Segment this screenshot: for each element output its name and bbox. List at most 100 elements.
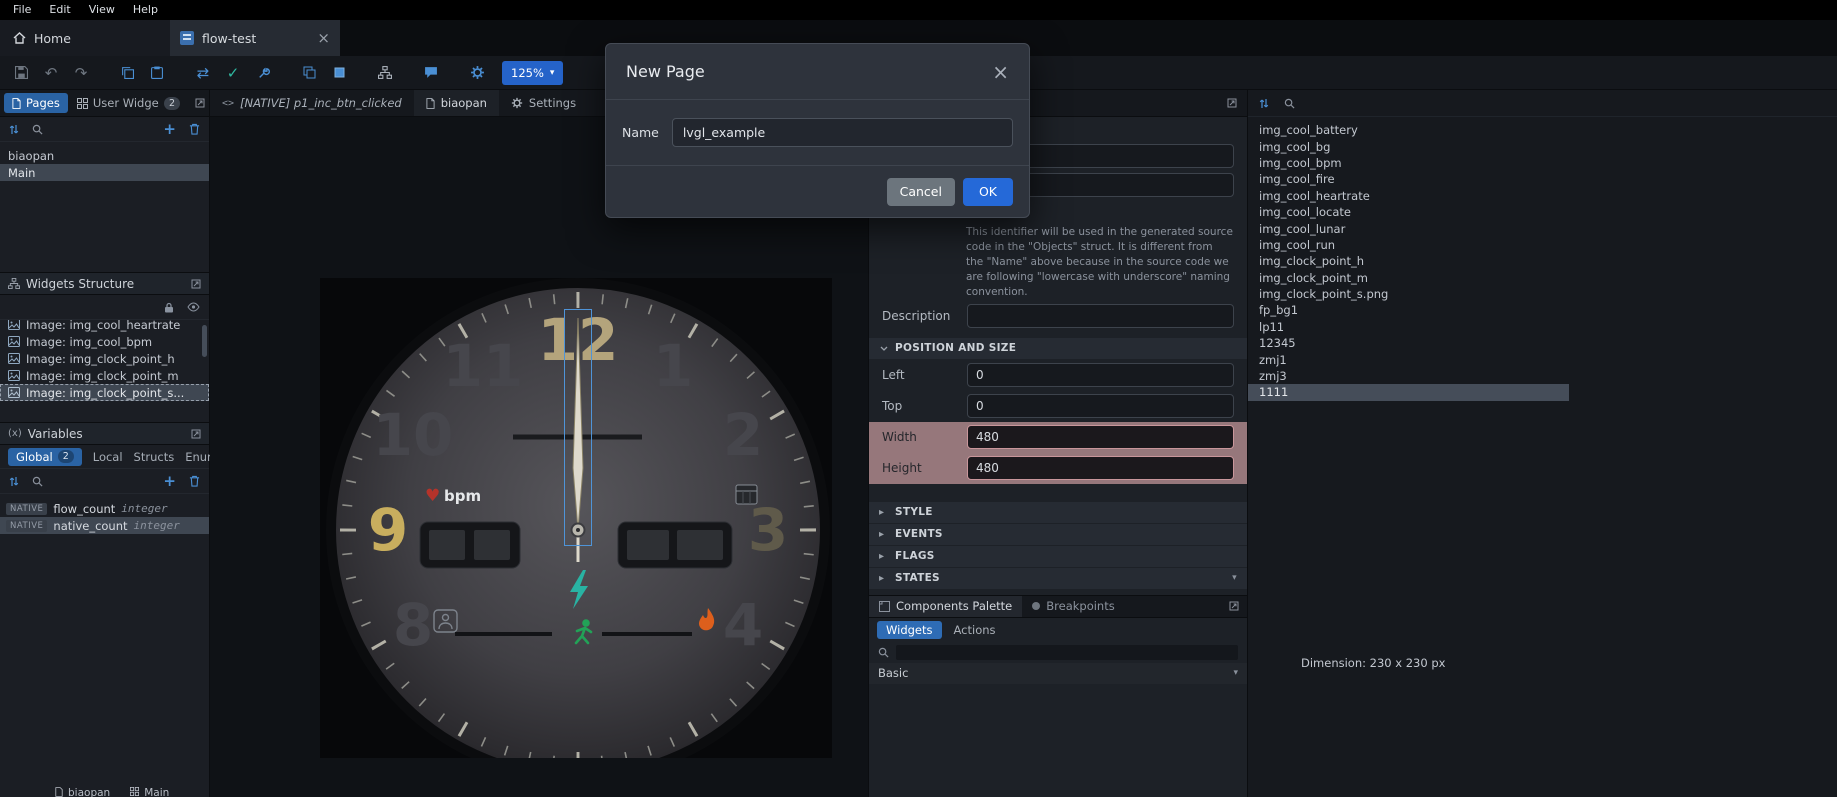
tab-close-icon[interactable]: ×	[317, 31, 330, 46]
comments-icon[interactable]	[418, 61, 444, 85]
menu-view[interactable]: View	[80, 0, 124, 20]
section-flags[interactable]: ▸ FLAGS	[869, 546, 1247, 567]
sort-icon[interactable]	[9, 476, 19, 487]
section-events[interactable]: ▸ EVENTS	[869, 524, 1247, 545]
asset-item[interactable]: img_cool_battery	[1248, 122, 1569, 138]
tab-actions[interactable]: Actions	[954, 623, 996, 637]
scroll-down-icon[interactable]: ▾	[1232, 573, 1237, 583]
tree-item[interactable]: Image: img_cool_heartrate	[0, 320, 209, 333]
status-page-item[interactable]: biaopan	[55, 785, 110, 797]
palette-group-basic[interactable]: Basic ▾	[869, 663, 1247, 684]
tab-breakpoints[interactable]: Breakpoints	[1022, 596, 1124, 617]
page-item-biaopan[interactable]: biaopan	[0, 147, 209, 164]
page-name-input[interactable]	[672, 118, 1013, 147]
zoom-button[interactable]: 125% ▾	[502, 61, 563, 85]
search-icon[interactable]	[32, 124, 43, 135]
asset-item[interactable]: img_cool_bpm	[1248, 155, 1569, 171]
search-icon[interactable]	[878, 647, 889, 658]
top-field[interactable]	[967, 394, 1234, 418]
sync-icon[interactable]: ⇄	[190, 61, 216, 85]
page-item-main[interactable]: Main	[0, 164, 209, 181]
copy-icon[interactable]	[114, 61, 140, 85]
add-variable-button[interactable]: +	[163, 474, 176, 489]
save-icon[interactable]	[8, 61, 34, 85]
dock-expand-icon[interactable]	[191, 279, 201, 289]
asset-item[interactable]: img_cool_fire	[1248, 171, 1569, 187]
tab-structs[interactable]: Structs	[134, 450, 175, 464]
tab-local[interactable]: Local	[93, 450, 123, 464]
dock-expand-icon[interactable]	[1227, 98, 1237, 108]
asset-item[interactable]: img_cool_bg	[1248, 138, 1569, 154]
add-page-button[interactable]: +	[163, 122, 176, 137]
flow-structure-icon[interactable]	[372, 61, 398, 85]
settings-gear-icon[interactable]	[464, 61, 490, 85]
tree-item[interactable]: Image: img_clock_point_h	[0, 350, 209, 367]
scroll-down-icon[interactable]: ▾	[1233, 668, 1238, 678]
asset-item[interactable]: img_cool_lunar	[1248, 220, 1569, 236]
width-field[interactable]	[967, 425, 1234, 449]
cancel-button[interactable]: Cancel	[887, 178, 955, 206]
tab-components-palette[interactable]: Components Palette	[869, 596, 1022, 617]
left-field[interactable]	[967, 363, 1234, 387]
asset-item[interactable]: fp_bg1	[1248, 302, 1569, 318]
delete-variable-button[interactable]	[189, 475, 200, 487]
palette-search-input[interactable]	[896, 645, 1238, 660]
asset-item[interactable]: img_cool_heartrate	[1248, 188, 1569, 204]
sort-icon[interactable]	[9, 124, 19, 135]
close-icon[interactable]: ×	[992, 62, 1009, 82]
editor-tab-action[interactable]: <> [NATIVE] p1_inc_btn_clicked	[210, 90, 414, 116]
back-face-icon[interactable]	[326, 61, 352, 85]
page-frame[interactable]: 12 1 2 3 4 8 9 10 11 ♥ bpm	[320, 278, 832, 758]
tab-user-widgets[interactable]: User Widgets 2	[74, 93, 183, 113]
tab-widgets[interactable]: Widgets	[877, 621, 942, 639]
asset-item[interactable]: img_clock_point_h	[1248, 253, 1569, 269]
variable-row-selected[interactable]: NATIVE native_count integer	[0, 517, 209, 534]
height-field[interactable]	[967, 456, 1234, 480]
asset-item[interactable]: img_clock_point_s.png	[1248, 286, 1569, 302]
search-icon[interactable]	[1284, 98, 1295, 109]
tab-home[interactable]: Home	[0, 20, 170, 56]
search-icon[interactable]	[32, 476, 43, 487]
sort-icon[interactable]	[1259, 98, 1269, 109]
section-style[interactable]: ▸ STYLE	[869, 502, 1247, 523]
undo-icon[interactable]: ↶	[38, 61, 64, 85]
status-main-item[interactable]: Main	[130, 785, 169, 797]
hide-show-icon[interactable]	[187, 302, 200, 312]
asset-item[interactable]: zmj1	[1248, 351, 1569, 367]
tree-item[interactable]: Image: img_clock_point_m	[0, 367, 209, 384]
asset-item[interactable]: zmj3	[1248, 368, 1569, 384]
menu-edit[interactable]: Edit	[40, 0, 79, 20]
tab-global[interactable]: Global 2	[8, 448, 82, 466]
asset-item[interactable]: img_cool_locate	[1248, 204, 1569, 220]
asset-item-selected[interactable]: 1111	[1248, 384, 1569, 400]
dock-expand-icon[interactable]	[191, 429, 201, 439]
section-states[interactable]: ▸ STATES ▾	[869, 568, 1247, 589]
menu-help[interactable]: Help	[124, 0, 167, 20]
tab-pages[interactable]: Pages	[4, 93, 68, 113]
page-canvas[interactable]: 12 1 2 3 4 8 9 10 11 ♥ bpm	[210, 117, 868, 797]
asset-item[interactable]: lp11	[1248, 319, 1569, 335]
asset-item[interactable]: img_clock_point_m	[1248, 270, 1569, 286]
dock-expand-icon[interactable]	[195, 98, 205, 108]
lock-icon[interactable]	[164, 302, 174, 313]
wrench-icon[interactable]	[250, 61, 276, 85]
tree-item[interactable]: Image: img_cool_bpm	[0, 333, 209, 350]
editor-tab-biaopan[interactable]: biaopan	[414, 90, 499, 116]
redo-icon[interactable]: ↷	[68, 61, 94, 85]
variable-row[interactable]: NATIVE flow_count integer	[0, 500, 209, 517]
description-field[interactable]	[967, 304, 1234, 328]
front-face-icon[interactable]	[296, 61, 322, 85]
editor-tab-settings[interactable]: Settings	[499, 90, 588, 116]
asset-item[interactable]: 12345	[1248, 335, 1569, 351]
paste-icon[interactable]	[144, 61, 170, 85]
check-icon[interactable]: ✓	[220, 61, 246, 85]
menu-file[interactable]: File	[4, 0, 40, 20]
scrollbar-thumb[interactable]	[202, 325, 207, 357]
section-position-and-size[interactable]: POSITION AND SIZE	[869, 338, 1247, 359]
asset-item[interactable]: img_cool_run	[1248, 237, 1569, 253]
dock-expand-icon[interactable]	[1229, 596, 1247, 617]
tree-item-selected[interactable]: Image: img_clock_point_s...	[0, 384, 209, 401]
ok-button[interactable]: OK	[963, 178, 1013, 206]
delete-page-button[interactable]	[189, 123, 200, 135]
tab-project-flow-test[interactable]: flow-test ×	[170, 20, 340, 56]
